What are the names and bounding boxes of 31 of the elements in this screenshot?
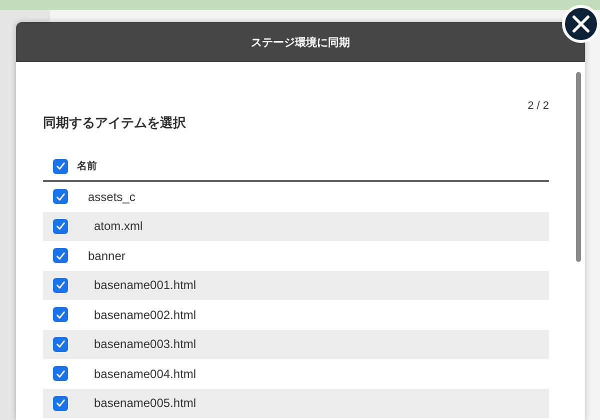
item-name: assets_c — [88, 190, 136, 204]
table-row[interactable]: basename005.html — [43, 388, 549, 418]
dialog-title: ステージ環境に同期 — [251, 36, 350, 50]
select-all-checkbox[interactable] — [53, 158, 68, 174]
item-name: basename005.html — [94, 396, 196, 410]
item-name: basename002.html — [94, 308, 196, 322]
row-checkbox[interactable] — [53, 366, 68, 382]
table-row[interactable]: atom.xml — [43, 212, 549, 241]
table-row[interactable]: basename001.html — [43, 270, 549, 300]
scrollbar-thumb[interactable] — [576, 72, 581, 262]
row-checkbox[interactable] — [53, 396, 68, 411]
row-checkbox[interactable] — [53, 189, 68, 204]
item-name: basename001.html — [94, 278, 196, 292]
item-name: atom.xml — [94, 219, 143, 234]
table-row[interactable]: basename004.html — [43, 359, 549, 388]
row-checkbox[interactable] — [53, 336, 68, 352]
item-name: basename004.html — [94, 366, 196, 381]
row-checkbox[interactable] — [53, 307, 68, 322]
table-row[interactable]: assets_c — [43, 182, 549, 212]
table-row[interactable]: banner — [43, 241, 549, 270]
page-indicator: 2 / 2 — [528, 100, 549, 112]
close-icon — [571, 14, 591, 34]
table-row[interactable]: basename002.html — [43, 300, 549, 330]
row-checkbox[interactable] — [53, 278, 68, 293]
row-checkbox[interactable] — [53, 218, 68, 234]
item-name: basename003.html — [94, 337, 196, 352]
item-name: banner — [88, 248, 126, 263]
row-checkbox[interactable] — [53, 248, 68, 264]
section-heading: 同期するアイテムを選択 — [43, 114, 187, 132]
column-header: 名前 — [77, 160, 97, 173]
table-row[interactable]: basename003.html — [43, 330, 549, 359]
